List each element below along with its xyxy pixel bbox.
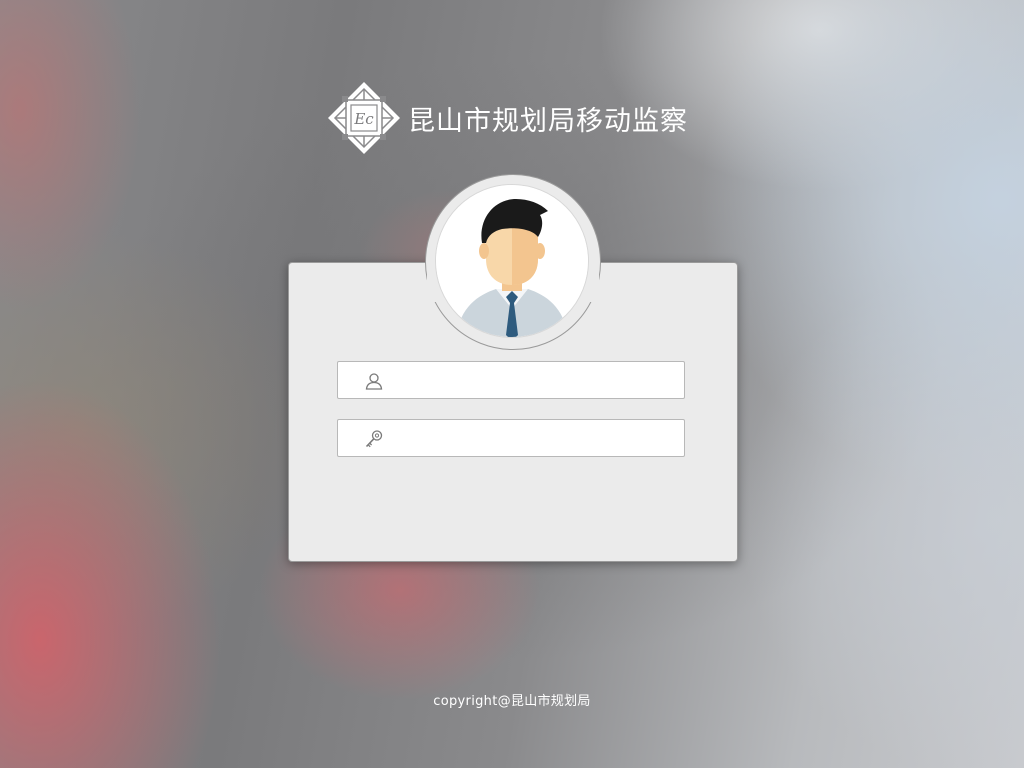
password-field[interactable] (337, 419, 685, 457)
key-icon (365, 430, 383, 448)
username-field[interactable] (337, 361, 685, 399)
username-input[interactable] (398, 364, 678, 396)
seal-emblem-icon: Ec (328, 82, 400, 154)
login-screen: Ec 昆山市规划局移动监察 copyright@昆山市规划局 (0, 0, 1024, 768)
user-icon (365, 373, 383, 390)
app-title: 昆山市规划局移动监察 (408, 105, 688, 137)
password-input[interactable] (398, 422, 678, 454)
logo-monogram: Ec (353, 110, 374, 128)
copyright-text: copyright@昆山市规划局 (433, 694, 591, 709)
header-logo: Ec 昆山市规划局移动监察 (326, 80, 688, 156)
user-avatar-icon (435, 184, 589, 338)
